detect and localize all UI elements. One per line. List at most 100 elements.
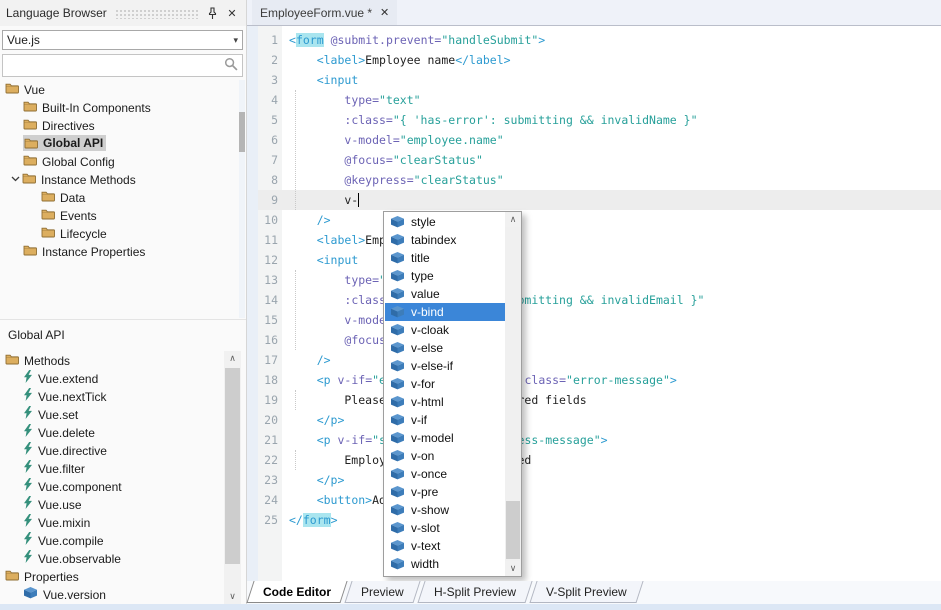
tree-item-label: Global Config bbox=[42, 155, 115, 169]
tree-item-instance-properties[interactable]: Instance Properties bbox=[0, 242, 238, 260]
view-tab-h-split-preview[interactable]: H-Split Preview bbox=[417, 581, 532, 603]
api-item-vue-observable[interactable]: Vue.observable bbox=[0, 549, 224, 567]
language-tree-scrollbar[interactable] bbox=[239, 80, 245, 318]
code-line-22[interactable]: 22 Employee successfully added bbox=[247, 450, 941, 470]
tree-item-data[interactable]: Data bbox=[0, 188, 238, 206]
autocomplete-item-tabindex[interactable]: tabindex bbox=[385, 231, 505, 249]
api-item-methods[interactable]: Methods bbox=[0, 351, 224, 369]
code-line-9[interactable]: 9 v- bbox=[247, 190, 941, 210]
api-tree-scrollbar[interactable]: ∧ ∨ bbox=[224, 351, 241, 604]
autocomplete-item-v-cloak[interactable]: v-cloak bbox=[385, 321, 505, 339]
autocomplete-item-label: style bbox=[411, 215, 436, 229]
cube-icon bbox=[23, 587, 38, 599]
code-line-4[interactable]: 4 type="text" bbox=[247, 90, 941, 110]
view-tab-v-split-preview[interactable]: V-Split Preview bbox=[529, 581, 643, 603]
tree-item-vue[interactable]: Vue bbox=[0, 80, 238, 98]
scroll-up-icon[interactable]: ∧ bbox=[224, 351, 241, 366]
api-item-vue-version[interactable]: Vue.version bbox=[0, 585, 224, 603]
api-item-vue-component[interactable]: Vue.component bbox=[0, 477, 224, 495]
scrollbar-thumb[interactable] bbox=[506, 501, 520, 559]
autocomplete-item-v-slot[interactable]: v-slot bbox=[385, 519, 505, 537]
panel-divider bbox=[0, 319, 246, 320]
line-number: 10 bbox=[247, 213, 285, 227]
code-line-2[interactable]: 2 <label>Employee name</label> bbox=[247, 50, 941, 70]
autocomplete-item-v-for[interactable]: v-for bbox=[385, 375, 505, 393]
tab-employeeform-vue[interactable]: EmployeeForm.vue * ✕ bbox=[252, 0, 397, 25]
tree-item-lifecycle[interactable]: Lifecycle bbox=[0, 224, 238, 242]
code-line-11[interactable]: 11 <label>Employee email</label> bbox=[247, 230, 941, 250]
api-item-vue-extend[interactable]: Vue.extend bbox=[0, 369, 224, 387]
code-line-24[interactable]: 24 <button>Add Employee</button> bbox=[247, 490, 941, 510]
autocomplete-item-v-bind[interactable]: v-bind bbox=[385, 303, 505, 321]
api-item-vue-nexttick[interactable]: Vue.nextTick bbox=[0, 387, 224, 405]
autocomplete-item-width[interactable]: width bbox=[385, 555, 505, 573]
search-input[interactable] bbox=[2, 54, 243, 77]
pin-icon[interactable] bbox=[204, 5, 220, 21]
code-line-3[interactable]: 3 <input bbox=[247, 70, 941, 90]
code-line-14[interactable]: 14 :class="{ 'has-error': submitting && … bbox=[247, 290, 941, 310]
autocomplete-scrollbar[interactable]: ∧ ∨ bbox=[505, 212, 521, 576]
tree-item-global-config[interactable]: Global Config bbox=[0, 152, 238, 170]
autocomplete-item-type[interactable]: type bbox=[385, 267, 505, 285]
folder-icon bbox=[23, 118, 37, 130]
tree-item-global-api[interactable]: Global API bbox=[0, 134, 238, 152]
code-line-5[interactable]: 5 :class="{ 'has-error': submitting && i… bbox=[247, 110, 941, 130]
autocomplete-item-v-html[interactable]: v-html bbox=[385, 393, 505, 411]
code-line-1[interactable]: 1<form @submit.prevent="handleSubmit"> bbox=[247, 30, 941, 50]
tree-item-events[interactable]: Events bbox=[0, 206, 238, 224]
api-item-vue-delete[interactable]: Vue.delete bbox=[0, 423, 224, 441]
line-number: 20 bbox=[247, 413, 285, 427]
scroll-down-icon[interactable]: ∨ bbox=[224, 589, 241, 604]
code-line-8[interactable]: 8 @keypress="clearStatus" bbox=[247, 170, 941, 190]
autocomplete-item-v-if[interactable]: v-if bbox=[385, 411, 505, 429]
tree-item-built-in-components[interactable]: Built-In Components bbox=[0, 98, 238, 116]
code-line-20[interactable]: 20 </p> bbox=[247, 410, 941, 430]
autocomplete-item-label: v-else bbox=[411, 341, 443, 355]
code-line-19[interactable]: 19 Please fill out all required fields bbox=[247, 390, 941, 410]
autocomplete-item-v-else-if[interactable]: v-else-if bbox=[385, 357, 505, 375]
api-item-vue-use[interactable]: Vue.use bbox=[0, 495, 224, 513]
tab-close-icon[interactable]: ✕ bbox=[380, 6, 389, 19]
autocomplete-item-v-on[interactable]: v-on bbox=[385, 447, 505, 465]
code-line-6[interactable]: 6 v-model="employee.name" bbox=[247, 130, 941, 150]
api-item-vue-set[interactable]: Vue.set bbox=[0, 405, 224, 423]
code-line-7[interactable]: 7 @focus="clearStatus" bbox=[247, 150, 941, 170]
tree-item-label: Vue.directive bbox=[38, 444, 107, 458]
tree-item-instance-methods[interactable]: Instance Methods bbox=[0, 170, 238, 188]
code-line-13[interactable]: 13 type="email" bbox=[247, 270, 941, 290]
autocomplete-item-v-pre[interactable]: v-pre bbox=[385, 483, 505, 501]
editor-region: EmployeeForm.vue * ✕ 1<form @submit.prev… bbox=[247, 0, 941, 604]
code-editor[interactable]: 1<form @submit.prevent="handleSubmit">2 … bbox=[247, 26, 941, 581]
chevron-down-icon[interactable] bbox=[9, 176, 22, 182]
autocomplete-item-v-once[interactable]: v-once bbox=[385, 465, 505, 483]
code-line-10[interactable]: 10 /> bbox=[247, 210, 941, 230]
code-line-23[interactable]: 23 </p> bbox=[247, 470, 941, 490]
view-tab-preview[interactable]: Preview bbox=[344, 581, 420, 603]
api-item-vue-directive[interactable]: Vue.directive bbox=[0, 441, 224, 459]
language-select[interactable]: Vue.js ▾ bbox=[2, 30, 243, 50]
scroll-down-icon[interactable]: ∨ bbox=[505, 561, 521, 576]
code-line-15[interactable]: 15 v-model="employee.email" bbox=[247, 310, 941, 330]
code-line-16[interactable]: 16 @focus="clearStatus" bbox=[247, 330, 941, 350]
autocomplete-item-v-else[interactable]: v-else bbox=[385, 339, 505, 357]
tree-item-directives[interactable]: Directives bbox=[0, 116, 238, 134]
api-item-vue-compile[interactable]: Vue.compile bbox=[0, 531, 224, 549]
autocomplete-item-v-show[interactable]: v-show bbox=[385, 501, 505, 519]
autocomplete-item-title[interactable]: title bbox=[385, 249, 505, 267]
autocomplete-item-v-model[interactable]: v-model bbox=[385, 429, 505, 447]
code-line-12[interactable]: 12 <input bbox=[247, 250, 941, 270]
api-item-vue-filter[interactable]: Vue.filter bbox=[0, 459, 224, 477]
scrollbar-thumb[interactable] bbox=[225, 368, 240, 564]
scroll-up-icon[interactable]: ∧ bbox=[505, 212, 521, 227]
autocomplete-item-value[interactable]: value bbox=[385, 285, 505, 303]
code-line-18[interactable]: 18 <p v-if="error && submitting" class="… bbox=[247, 370, 941, 390]
code-line-17[interactable]: 17 /> bbox=[247, 350, 941, 370]
autocomplete-item-v-text[interactable]: v-text bbox=[385, 537, 505, 555]
view-tab-code-editor[interactable]: Code Editor bbox=[246, 581, 347, 603]
autocomplete-item-style[interactable]: style bbox=[385, 213, 505, 231]
api-item-properties[interactable]: Properties bbox=[0, 567, 224, 585]
code-line-21[interactable]: 21 <p v-if="success" class="success-mess… bbox=[247, 430, 941, 450]
code-line-25[interactable]: 25</form> bbox=[247, 510, 941, 530]
api-item-vue-mixin[interactable]: Vue.mixin bbox=[0, 513, 224, 531]
close-icon[interactable]: ✕ bbox=[224, 5, 240, 21]
